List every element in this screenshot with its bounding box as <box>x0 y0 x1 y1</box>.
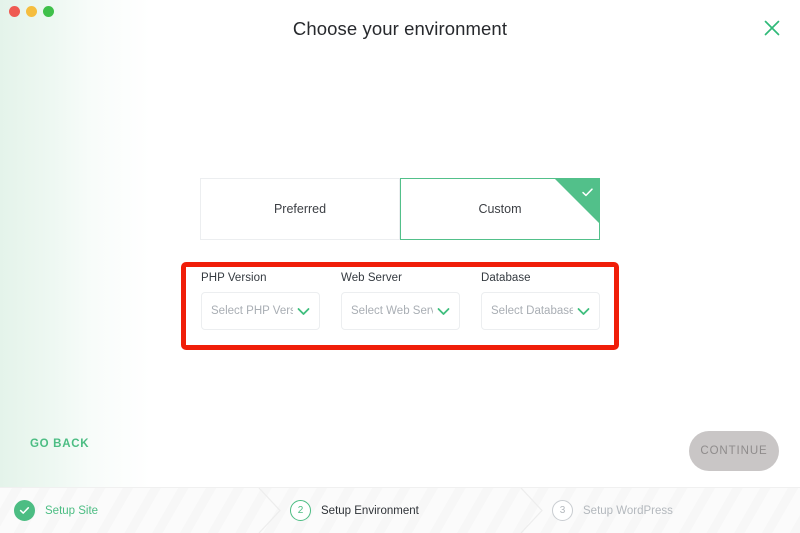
tab-custom-label: Custom <box>478 202 522 216</box>
chevron-down-icon <box>297 307 310 316</box>
app-window: Choose your environment Preferred Custom <box>0 0 800 533</box>
database-label: Database <box>481 272 531 284</box>
stepper-label-setup-environment: Setup Environment <box>321 504 419 517</box>
main-content: Preferred Custom PHP Version Select PHP … <box>0 58 800 488</box>
step-separator-icon <box>258 488 284 533</box>
stepper-item-setup-environment[interactable]: 2 Setup Environment <box>290 488 419 533</box>
zoom-window-button[interactable] <box>43 6 54 17</box>
web-server-select[interactable]: Select Web Serv... <box>341 292 460 330</box>
setup-stepper: Setup Site 2 Setup Environment 3 Setup W… <box>0 487 800 533</box>
web-server-label: Web Server <box>341 272 403 284</box>
php-version-label: PHP Version <box>201 272 267 284</box>
stepper-item-setup-site[interactable]: Setup Site <box>14 488 98 533</box>
step-number-badge: 3 <box>552 500 573 521</box>
database-select[interactable]: Select Database <box>481 292 600 330</box>
stepper-label-setup-site: Setup Site <box>45 504 99 517</box>
go-back-button[interactable]: GO BACK <box>30 438 89 450</box>
traffic-light-controls <box>9 6 54 17</box>
close-icon[interactable] <box>761 17 783 39</box>
continue-button[interactable]: CONTINUE <box>689 431 779 471</box>
minimize-window-button[interactable] <box>26 6 37 17</box>
database-placeholder: Select Database <box>491 305 573 317</box>
check-icon <box>553 179 599 225</box>
tab-custom[interactable]: Custom <box>400 178 600 240</box>
title-bar: Choose your environment <box>0 0 800 58</box>
tab-preferred[interactable]: Preferred <box>200 178 400 240</box>
close-window-button[interactable] <box>9 6 20 17</box>
tab-preferred-label: Preferred <box>273 202 327 216</box>
field-web-server: Web Server Select Web Serv... <box>341 272 460 330</box>
php-version-select[interactable]: Select PHP Vers... <box>201 292 320 330</box>
php-version-placeholder: Select PHP Vers... <box>211 305 293 317</box>
step-separator-icon <box>520 488 546 533</box>
stepper-item-setup-wordpress[interactable]: 3 Setup WordPress <box>552 488 673 533</box>
chevron-down-icon <box>437 307 450 316</box>
step-number-badge: 2 <box>290 500 311 521</box>
field-database: Database Select Database <box>481 272 600 330</box>
stepper-label-setup-wordpress: Setup WordPress <box>583 504 673 517</box>
page-title: Choose your environment <box>292 18 508 39</box>
chevron-down-icon <box>577 307 590 316</box>
field-php-version: PHP Version Select PHP Vers... <box>201 272 320 330</box>
check-icon <box>14 500 35 521</box>
custom-environment-fields: PHP Version Select PHP Vers... Web Serve… <box>201 272 601 330</box>
web-server-placeholder: Select Web Serv... <box>351 305 433 317</box>
environment-type-tabs: Preferred Custom <box>200 178 600 240</box>
